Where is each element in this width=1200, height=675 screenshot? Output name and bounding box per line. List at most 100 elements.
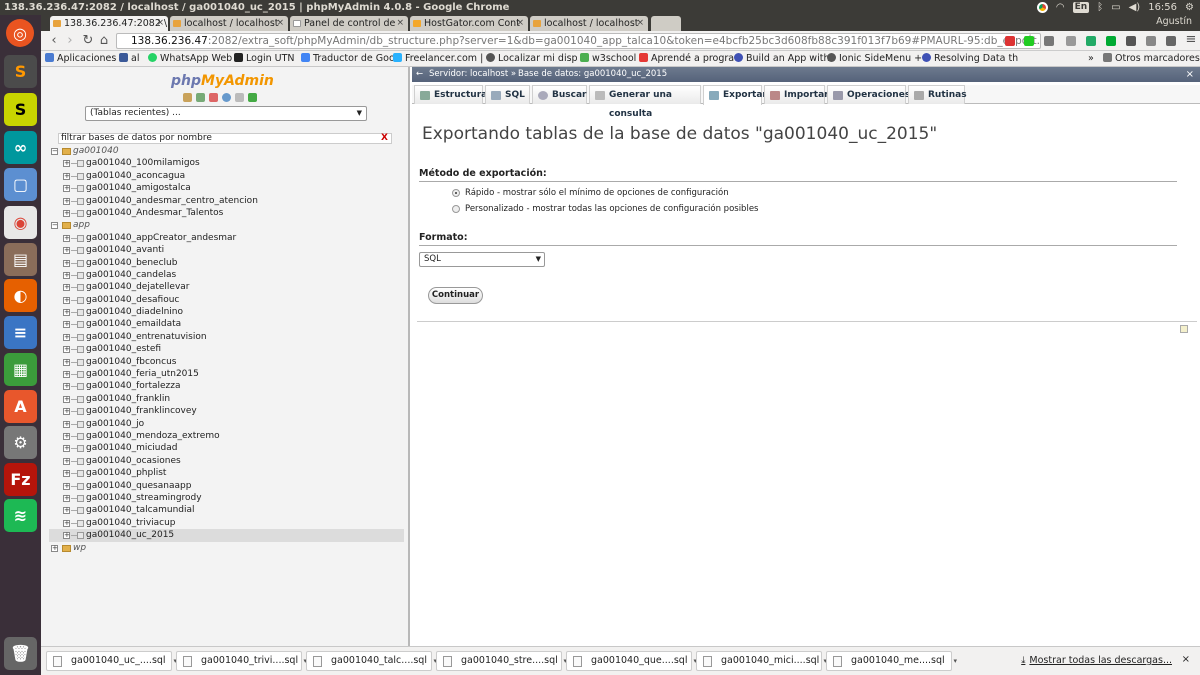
gear-icon[interactable]: ⚙ [1185, 0, 1194, 15]
database-name[interactable]: ga001040_ocasiones [86, 455, 181, 467]
bookmark-whatsapp[interactable]: WhatsApp Web [148, 51, 232, 66]
home-icon[interactable] [183, 93, 192, 102]
filezilla-icon[interactable]: Fz [4, 463, 37, 496]
back-icon[interactable]: ‹ [47, 33, 61, 48]
phpmyadmin-logo[interactable]: phpMyAdmin [171, 73, 274, 89]
collapse-arrow-icon[interactable]: ← [416, 67, 423, 82]
expand-icon[interactable]: + [63, 333, 70, 341]
tree-database[interactable]: + ga001040_andesmar_centro_atencion [49, 195, 404, 207]
bookmark-ionic[interactable]: Ionic SideMenu + [827, 51, 922, 66]
address-bar[interactable]: 138.36.236.47:2082/extra_soft/phpMyAdmin… [116, 33, 1041, 49]
close-tab-icon[interactable]: × [156, 16, 164, 31]
bookmark-w3school[interactable]: w3school [580, 51, 636, 66]
bookmark-traductor[interactable]: Traductor de Goo [301, 51, 395, 66]
database-name[interactable]: ga001040_streamingrody [86, 492, 202, 504]
database-name[interactable]: ga001040_aconcagua [86, 170, 185, 182]
tree-database[interactable]: + ga001040_triviacup [49, 517, 404, 529]
bookmark-other[interactable]: Otros marcadores [1103, 51, 1200, 66]
tab-rutinas[interactable]: Rutinas [908, 85, 967, 104]
clock[interactable]: 16:56 [1148, 0, 1177, 15]
chevron-down-icon[interactable]: ▾ [953, 652, 957, 670]
database-name[interactable]: ga001040_franklincovey [86, 405, 197, 417]
tree-database[interactable]: + ga001040_mendoza_extremo [49, 430, 404, 442]
calc-icon[interactable]: ▦ [4, 353, 37, 386]
expand-icon[interactable]: + [63, 445, 70, 453]
database-name[interactable]: ga001040_100milamigos [86, 157, 200, 169]
database-name[interactable]: ga001040_beneclub [86, 257, 177, 269]
virtualbox-icon[interactable]: ▢ [4, 168, 37, 201]
expand-icon[interactable]: + [63, 172, 70, 180]
expand-icon[interactable]: + [63, 383, 70, 391]
tree-database[interactable]: + ga001040_aconcagua [49, 170, 404, 182]
radio-button-selected[interactable] [452, 189, 460, 197]
files-icon[interactable]: ▤ [4, 243, 37, 276]
tab-phpmyadmin-active[interactable]: 138.36.236.47:2082 \ × [50, 16, 168, 31]
clear-filter-icon[interactable]: X [381, 134, 388, 143]
database-name[interactable]: ga001040_desafiouc [86, 294, 179, 306]
chrome-icon[interactable]: ◉ [4, 206, 37, 239]
database-name[interactable]: ga001040_mendoza_extremo [86, 430, 220, 442]
database-name[interactable]: ga001040_franklin [86, 393, 170, 405]
arduino-icon[interactable]: ∞ [4, 131, 37, 164]
expand-icon[interactable]: + [63, 309, 70, 317]
tree-database[interactable]: + ga001040_dejatellevar [49, 281, 404, 293]
tree-database[interactable]: + ga001040_desafiouc [49, 294, 404, 306]
tree-database[interactable]: + ga001040_phplist [49, 467, 404, 479]
tree-database[interactable]: + ga001040_emaildata [49, 318, 404, 330]
writer-icon[interactable]: ≡ [4, 316, 37, 349]
tree-database[interactable]: + ga001040_100milamigos [49, 157, 404, 169]
tab-exportar[interactable]: Exportar [703, 85, 767, 105]
tree-database[interactable]: + ga001040_fortalezza [49, 380, 404, 392]
tab-localhost-1[interactable]: localhost / localhost × [170, 16, 288, 31]
tab-sql[interactable]: SQL [485, 85, 530, 104]
bookmark-apps[interactable]: Aplicaciones [45, 51, 116, 66]
database-name[interactable]: ga001040_fbconcus [86, 356, 176, 368]
expand-icon[interactable]: + [63, 519, 70, 527]
expand-icon[interactable]: + [63, 457, 70, 465]
bookmark-resolving[interactable]: Resolving Data th [922, 51, 1018, 66]
download-item[interactable]: ga001040_trivi....sql▾ [176, 651, 307, 671]
tree-database[interactable]: + ga001040_ocasiones [49, 455, 404, 467]
expand-icon[interactable]: + [63, 482, 70, 490]
download-item[interactable]: ga001040_stre....sql▾ [436, 651, 567, 671]
extension-icon[interactable] [1166, 36, 1176, 46]
tab-importar[interactable]: Importar [764, 85, 829, 104]
tree-database[interactable]: + ga001040_franklincovey [49, 405, 404, 417]
tree-database[interactable]: + ga001040_estefi [49, 343, 404, 355]
tree-database[interactable]: + ga001040_uc_2015 [49, 529, 404, 542]
expand-icon[interactable]: + [63, 160, 70, 168]
tree-database[interactable]: + ga001040_diadelnino [49, 306, 404, 318]
tab-buscar[interactable]: Buscar [532, 85, 587, 104]
database-name[interactable]: ga001040_phplist [86, 467, 166, 479]
expand-icon[interactable]: + [63, 494, 70, 502]
tree-database[interactable]: + ga001040_entrenatuvision [49, 331, 404, 343]
collapse-icon[interactable]: − [51, 222, 58, 230]
download-item[interactable]: ga001040_me....sql ▾ [826, 651, 957, 671]
expand-icon[interactable]: + [63, 371, 70, 379]
database-name[interactable]: ga001040_jo [86, 418, 144, 430]
extension-icon[interactable] [1066, 36, 1076, 46]
tree-database[interactable]: + ga001040_jo [49, 418, 404, 430]
tree-database[interactable]: + ga001040_talcamundial [49, 504, 404, 516]
battery-icon[interactable]: ▭ [1111, 0, 1120, 15]
tree-group-ga001040[interactable]: − ga001040 [49, 145, 404, 157]
expand-icon[interactable]: + [63, 507, 70, 515]
expand-icon[interactable]: + [63, 408, 70, 416]
tree-group-app[interactable]: − app [49, 219, 404, 231]
reload-icon[interactable] [248, 93, 257, 102]
bookmarks-more[interactable]: » [1088, 51, 1094, 66]
new-tab-button[interactable] [651, 16, 681, 31]
download-item[interactable]: ga001040_uc_....sql▾ [46, 651, 177, 671]
firefox-icon[interactable]: ◐ [4, 279, 37, 312]
close-tab-icon[interactable]: × [516, 16, 524, 31]
tree-database[interactable]: + ga001040_streamingrody [49, 492, 404, 504]
tree-database[interactable]: + ga001040_fbconcus [49, 356, 404, 368]
close-tab-icon[interactable]: × [396, 16, 404, 31]
database-name[interactable]: ga001040_appCreator_andesmar [86, 232, 236, 244]
home-icon[interactable]: ⌂ [97, 33, 111, 48]
volume-icon[interactable]: ◀) [1129, 0, 1141, 15]
show-all-downloads-link[interactable]: ⤓ Mostrar todas las descargas... [1021, 655, 1172, 666]
download-item[interactable]: ga001040_mici....sql▾ [696, 651, 827, 671]
exit-icon[interactable] [209, 93, 218, 102]
tree-database[interactable]: + ga001040_avanti [49, 244, 404, 256]
